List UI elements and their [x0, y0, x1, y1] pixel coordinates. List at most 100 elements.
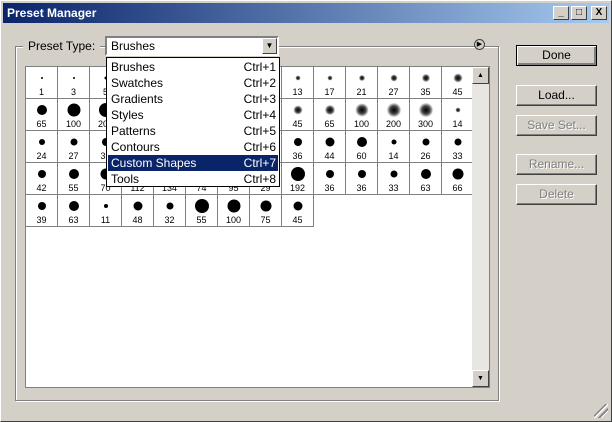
brush-size-label: 24	[36, 151, 47, 161]
brush-tip-icon	[67, 103, 80, 117]
brush-preset-cell[interactable]: 75	[250, 195, 282, 227]
brush-size-label: 200	[385, 119, 402, 129]
brush-preset-cell[interactable]: 60	[346, 131, 378, 163]
preset-type-select[interactable]: Brushes ▼	[105, 36, 279, 56]
brush-preset-cell[interactable]: 14	[378, 131, 410, 163]
brush-size-label: 55	[68, 183, 79, 193]
brush-preset-cell[interactable]: 65	[26, 99, 58, 131]
dropdown-item-shortcut: Ctrl+4	[243, 108, 276, 122]
dropdown-item-tools[interactable]: Tools Ctrl+8	[108, 171, 278, 187]
brush-preset-cell[interactable]: 63	[58, 195, 90, 227]
delete-button[interactable]: Delete	[516, 184, 597, 205]
brush-tip-icon	[452, 168, 463, 180]
vertical-scrollbar[interactable]: ▲ ▼	[472, 67, 489, 387]
rename-button[interactable]: Rename...	[516, 154, 597, 175]
brush-size-label: 100	[65, 119, 82, 129]
brush-size-label: 27	[68, 151, 79, 161]
dropdown-item-swatches[interactable]: Swatches Ctrl+2	[108, 75, 278, 91]
done-button[interactable]: Done	[516, 45, 597, 66]
load-button[interactable]: Load...	[516, 85, 597, 106]
close-button[interactable]: X	[591, 6, 607, 20]
brush-tip-icon	[133, 201, 142, 211]
maximize-button[interactable]: □	[571, 6, 587, 20]
brush-preset-cell[interactable]: 44	[314, 131, 346, 163]
brush-preset-cell[interactable]: 100	[58, 99, 90, 131]
brush-size-label: 32	[164, 215, 175, 225]
dropdown-item-patterns[interactable]: Patterns Ctrl+5	[108, 123, 278, 139]
save-set-button[interactable]: Save Set...	[516, 115, 597, 136]
brush-preset-cell[interactable]: 55	[186, 195, 218, 227]
brush-size-label: 11	[100, 215, 111, 225]
brush-preset-cell[interactable]: 14	[442, 99, 472, 131]
brush-preset-cell[interactable]: 100	[346, 99, 378, 131]
brush-tip-icon	[194, 199, 209, 213]
brush-preset-cell[interactable]: 36	[346, 163, 378, 195]
brush-tip-icon	[325, 170, 334, 178]
panel-menu-icon[interactable]: ▶	[474, 39, 485, 50]
brush-tip-icon	[166, 202, 173, 210]
brush-size-label: 14	[388, 151, 399, 161]
brush-preset-cell[interactable]: 21	[346, 67, 378, 99]
brush-tip-icon	[355, 103, 368, 117]
dropdown-item-shortcut: Ctrl+8	[243, 172, 276, 186]
brush-size-label: 45	[292, 215, 303, 225]
preset-type-label: Preset Type:	[23, 39, 101, 53]
scroll-up-icon[interactable]: ▲	[472, 67, 489, 84]
brush-tip-icon	[260, 200, 271, 212]
brush-size-label: 21	[356, 87, 367, 97]
chevron-down-icon[interactable]: ▼	[262, 38, 277, 54]
brush-preset-cell[interactable]: 11	[90, 195, 122, 227]
brush-preset-cell[interactable]: 100	[218, 195, 250, 227]
brush-tip-icon	[103, 204, 108, 208]
brush-preset-cell[interactable]: 33	[442, 131, 472, 163]
brush-preset-cell[interactable]: 66	[442, 163, 472, 195]
dropdown-item-label: Swatches	[111, 76, 164, 90]
brush-preset-cell[interactable]: 24	[26, 131, 58, 163]
brush-preset-cell[interactable]: 33	[378, 163, 410, 195]
brush-preset-cell[interactable]: 36	[314, 163, 346, 195]
brush-preset-cell[interactable]: 300	[410, 99, 442, 131]
brush-preset-cell[interactable]: 65	[314, 99, 346, 131]
brush-preset-cell[interactable]: 42	[26, 163, 58, 195]
brush-preset-cell[interactable]: 45	[282, 195, 314, 227]
dropdown-item-gradients[interactable]: Gradients Ctrl+3	[108, 91, 278, 107]
dropdown-item-custom-shapes[interactable]: Custom Shapes Ctrl+7	[108, 155, 278, 171]
brush-preset-cell[interactable]: 48	[122, 195, 154, 227]
brush-preset-cell[interactable]: 27	[58, 131, 90, 163]
brush-preset-cell[interactable]: 200	[378, 99, 410, 131]
brush-size-label: 100	[225, 215, 242, 225]
scroll-down-icon[interactable]: ▼	[472, 370, 489, 387]
brush-preset-cell[interactable]: 45	[442, 67, 472, 99]
brush-preset-cell[interactable]: 39	[26, 195, 58, 227]
dropdown-item-contours[interactable]: Contours Ctrl+6	[108, 139, 278, 155]
brush-preset-cell[interactable]: 1	[26, 67, 58, 99]
brush-tip-icon	[356, 137, 367, 147]
brush-preset-cell[interactable]: 192	[282, 163, 314, 195]
resize-grip-icon[interactable]	[594, 404, 608, 418]
brush-preset-cell[interactable]: 32	[154, 195, 186, 227]
brush-preset-cell[interactable]: 13	[282, 67, 314, 99]
brush-preset-cell[interactable]: 26	[410, 131, 442, 163]
dropdown-item-styles[interactable]: Styles Ctrl+4	[108, 107, 278, 123]
brush-preset-cell[interactable]: 55	[58, 163, 90, 195]
window-title: Preset Manager	[7, 6, 97, 20]
brush-preset-cell[interactable]: 27	[378, 67, 410, 99]
minimize-button[interactable]: _	[553, 6, 569, 20]
brush-tip-icon	[37, 170, 46, 178]
brush-tip-icon	[454, 138, 461, 146]
brush-tip-icon	[391, 139, 396, 145]
preset-manager-window: Preset Manager _ □ X Preset Type: Brushe…	[0, 0, 612, 422]
brush-preset-cell[interactable]: 3	[58, 67, 90, 99]
brush-tip-icon	[390, 74, 397, 82]
brush-size-label: 66	[452, 183, 463, 193]
brush-preset-cell[interactable]: 17	[314, 67, 346, 99]
brush-preset-cell[interactable]: 36	[282, 131, 314, 163]
brush-tip-icon	[293, 138, 302, 146]
dropdown-item-shortcut: Ctrl+2	[243, 76, 276, 90]
preset-type-value: Brushes	[111, 39, 156, 53]
brush-preset-cell[interactable]: 63	[410, 163, 442, 195]
brush-tip-icon	[455, 107, 460, 113]
brush-preset-cell[interactable]: 45	[282, 99, 314, 131]
dropdown-item-brushes[interactable]: Brushes Ctrl+1	[108, 59, 278, 75]
brush-preset-cell[interactable]: 35	[410, 67, 442, 99]
